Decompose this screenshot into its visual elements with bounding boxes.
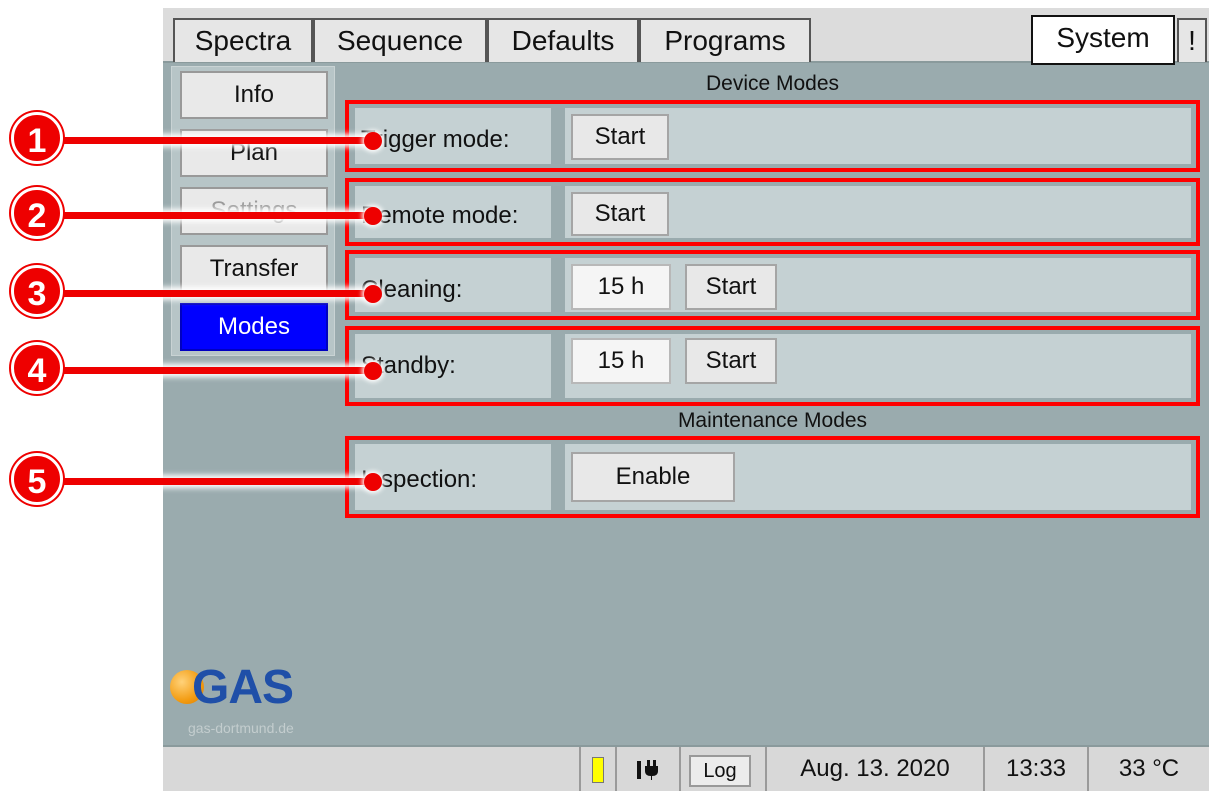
tab-spectra[interactable]: Spectra: [173, 18, 313, 62]
sidebar-item-modes[interactable]: Modes: [180, 303, 328, 351]
log-cell: Log: [679, 747, 765, 791]
time-display: 13:33: [983, 747, 1087, 791]
trigger-mode-label: Trigger mode:: [361, 126, 510, 153]
power-plug-icon: [637, 759, 658, 780]
tab-sequence[interactable]: Sequence: [313, 18, 487, 62]
cleaning-start-button[interactable]: Start: [685, 264, 777, 310]
tab-alert[interactable]: !: [1177, 18, 1207, 62]
sidebar-item-settings[interactable]: Settings: [180, 187, 328, 235]
standby-start-button[interactable]: Start: [685, 338, 777, 384]
yellow-status-indicator-icon: [592, 756, 604, 783]
callout-3-dot: [364, 285, 382, 303]
trigger-mode-start-button[interactable]: Start: [571, 114, 669, 160]
sidebar-item-info[interactable]: Info: [180, 71, 328, 119]
trigger-mode-row: Trigger mode: Start: [345, 100, 1200, 172]
sidebar-item-transfer[interactable]: Transfer: [180, 245, 328, 293]
remote-mode-start-button[interactable]: Start: [571, 192, 669, 236]
remote-mode-row: Remote mode: Start: [345, 178, 1200, 246]
callout-5-dot: [364, 473, 382, 491]
callout-2-line: [50, 212, 375, 219]
callout-1-dot: [364, 132, 382, 150]
top-tab-bar: Spectra Sequence Defaults Programs Syste…: [163, 8, 1209, 65]
callout-3-line: [50, 290, 375, 297]
temperature-display: 33 °C: [1087, 747, 1209, 791]
callout-4-line: [50, 367, 375, 374]
maintenance-modes-heading: Maintenance Modes: [677, 409, 868, 432]
callout-1-line: [50, 137, 375, 144]
standby-duration-field[interactable]: 15 h: [571, 338, 671, 384]
side-navigation: Info Plan Settings Transfer Modes: [171, 66, 335, 356]
inspection-row: Inspection: Enable: [345, 436, 1200, 518]
inspection-enable-button[interactable]: Enable: [571, 452, 735, 502]
callout-5-badge: 5: [11, 453, 63, 505]
tab-system[interactable]: System: [1031, 15, 1175, 65]
remote-mode-label: Remote mode:: [361, 202, 519, 229]
date-display: Aug. 13. 2020: [765, 747, 983, 791]
callout-1-badge: 1: [11, 112, 63, 164]
callout-2-badge: 2: [11, 187, 63, 239]
cleaning-duration-field[interactable]: 15 h: [571, 264, 671, 310]
tab-defaults[interactable]: Defaults: [487, 18, 639, 62]
log-button[interactable]: Log: [689, 755, 751, 787]
standby-row: Standby: 15 h Start: [345, 326, 1200, 406]
callout-3-badge: 3: [11, 265, 63, 317]
cleaning-row: Cleaning: 15 h Start: [345, 250, 1200, 320]
gas-logo: GAS: [192, 661, 294, 714]
callout-4-badge: 4: [11, 342, 63, 394]
device-modes-heading: Device Modes: [705, 72, 840, 95]
power-cell: [615, 747, 679, 791]
indicator-cell: [579, 747, 615, 791]
callout-2-dot: [364, 207, 382, 225]
logo-url: gas-dortmund.de: [188, 720, 294, 736]
tab-programs[interactable]: Programs: [639, 18, 811, 62]
status-bar: Log Aug. 13. 2020 13:33 33 °C: [163, 745, 1209, 791]
callout-4-dot: [364, 362, 382, 380]
callout-5-line: [50, 478, 375, 485]
